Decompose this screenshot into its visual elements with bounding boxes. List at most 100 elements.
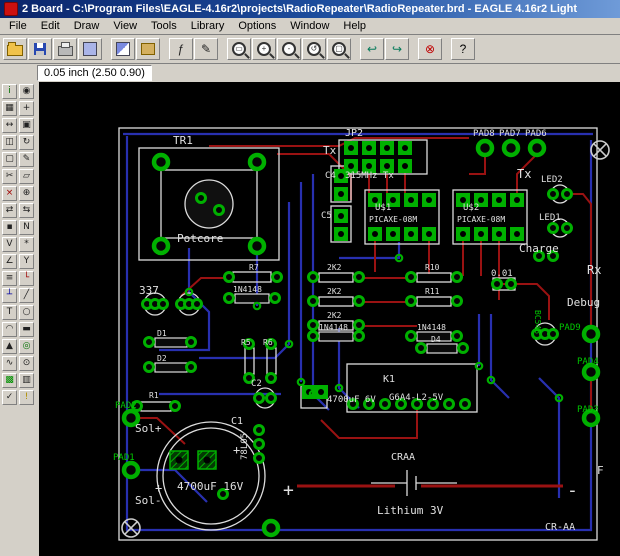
tool-arc-button[interactable]: ◠ [2, 322, 17, 337]
zoom-fit-icon: ▭ [232, 42, 246, 56]
menu-help[interactable]: Help [336, 19, 373, 33]
command-input[interactable] [157, 65, 620, 81]
tool-change-button[interactable]: ✎ [19, 152, 34, 167]
tool-copy-button[interactable]: ▣ [19, 118, 34, 133]
tool-delete-button[interactable]: × [2, 186, 17, 201]
pcb-drawing: TR1 Potcore JP2 Tx C4 315MHz Tx C5 U$1 P… [113, 127, 610, 541]
board-schematic-toggle-button[interactable] [111, 38, 135, 60]
tool-ratsnest-button[interactable]: ▩ [2, 373, 17, 388]
label-craa: CRAA [391, 452, 415, 463]
tool-replace-button[interactable]: ⇆ [19, 203, 34, 218]
tool-circle-button[interactable]: ○ [19, 305, 34, 320]
redo-button[interactable]: ↪ [385, 38, 409, 60]
label-charge: Charge [519, 242, 559, 255]
stop-button[interactable]: ⊗ [418, 38, 442, 60]
run-script-button[interactable]: ƒ [169, 38, 193, 60]
tool-show-button[interactable]: ◉ [19, 84, 34, 99]
zoom-in-button[interactable]: + [252, 38, 276, 60]
label-c5: C5 [321, 211, 332, 221]
tool-signal-button[interactable]: ∿ [2, 356, 17, 371]
toolbar-separator [219, 39, 226, 59]
tool-group-button[interactable]: ▢ [2, 152, 17, 167]
tool-errors-button[interactable]: ! [19, 390, 34, 405]
undo-button[interactable]: ↩ [360, 38, 384, 60]
label-sol-minus: Sol- [135, 494, 162, 507]
tool-move-button[interactable]: ↔ [2, 118, 17, 133]
print-button[interactable] [53, 38, 77, 60]
label-d4: D4 [431, 335, 441, 344]
tool-ripup-button[interactable]: ┴ [2, 288, 17, 303]
tool-display-button[interactable]: ▦ [2, 101, 17, 116]
label-c4-value: 315MHz Tx [345, 171, 394, 181]
zoom-redraw-icon: ↺ [307, 42, 321, 56]
board-canvas[interactable]: TR1 Potcore JP2 Tx C4 315MHz Tx C5 U$1 P… [39, 82, 620, 556]
zoom-select-button[interactable]: ▢ [327, 38, 351, 60]
menu-edit[interactable]: Edit [34, 19, 67, 33]
tool-value-button[interactable]: V [2, 237, 17, 252]
tool-drc-button[interactable]: ✓ [2, 390, 17, 405]
label-cap-plus-b: + [233, 443, 240, 457]
label-u2: U$2 [463, 203, 479, 213]
label-pad1: PAD1 [113, 453, 135, 463]
help-icon: ? [459, 42, 467, 56]
zoom-select-icon: ▢ [332, 42, 346, 56]
menu-draw[interactable]: Draw [67, 19, 107, 33]
label-001: 0.01 [491, 269, 513, 279]
zoom-fit-button[interactable]: ▭ [227, 38, 251, 60]
menu-file[interactable]: File [2, 19, 34, 33]
menu-options[interactable]: Options [231, 19, 283, 33]
label-pad3: PAD3 [577, 405, 599, 415]
library-use-button[interactable] [136, 38, 160, 60]
tool-cut-button[interactable]: ✂ [2, 169, 17, 184]
label-f: F [597, 464, 604, 477]
label-pad9: PAD9 [559, 323, 581, 333]
edit-text-button[interactable]: ✎ [194, 38, 218, 60]
label-potcore: Potcore [177, 232, 223, 245]
tool-rect-button[interactable]: ▬ [19, 322, 34, 337]
menu-window[interactable]: Window [283, 19, 336, 33]
menu-tools[interactable]: Tools [144, 19, 184, 33]
tool-polygon-button[interactable]: ▲ [2, 339, 17, 354]
coordinate-display: 0.05 inch (2.50 0.90) [37, 65, 152, 81]
tool-add-button[interactable]: ⊕ [19, 186, 34, 201]
save-button[interactable] [28, 38, 52, 60]
help-button[interactable]: ? [451, 38, 475, 60]
tool-miter-button[interactable]: ∠ [2, 254, 17, 269]
cam-processor-button[interactable] [78, 38, 102, 60]
label-u1-value: PICAXE-08M [369, 215, 417, 224]
label-debug: Debug [567, 296, 600, 309]
tool-wire-button[interactable]: ╱ [19, 288, 34, 303]
label-r11: R11 [425, 287, 440, 296]
menu-library[interactable]: Library [184, 19, 232, 33]
tool-palette: i ◉ ▦ + ↔ ▣ ◫ ↻ ▢ ✎ ✂ ▱ × ⊕ ⇄ ⇆ ▪ N V * ∠ Y ≡ └ ┴ ╱ T ○ ◠ ▬ ▲ ◎ ∿ ⊙ ▩ ▥ ✓! [0, 82, 39, 556]
tool-paste-button[interactable]: ▱ [19, 169, 34, 184]
tool-auto-button[interactable]: ▥ [19, 373, 34, 388]
toolbar-separator [410, 39, 417, 59]
tool-mark-button[interactable]: + [19, 101, 34, 116]
tool-lock-button[interactable]: ▪ [2, 220, 17, 235]
tool-smash-button[interactable]: * [19, 237, 34, 252]
tool-name-button[interactable]: N [19, 220, 34, 235]
tool-via-button[interactable]: ◎ [19, 339, 34, 354]
edit-text-icon: ✎ [200, 42, 212, 56]
tool-optimize-button[interactable]: ≡ [2, 271, 17, 286]
label-q-right: BC548 [533, 310, 542, 334]
tool-rotate-button[interactable]: ↻ [19, 135, 34, 150]
label-pad7: PAD7 [499, 129, 521, 139]
label-led1: LED1 [539, 213, 561, 223]
label-led2: LED2 [541, 175, 563, 185]
redo-icon: ↪ [391, 42, 403, 56]
toolbar-separator [161, 39, 168, 59]
tool-text-button[interactable]: T [2, 305, 17, 320]
zoom-redraw-button[interactable]: ↺ [302, 38, 326, 60]
tool-info-button[interactable]: i [2, 84, 17, 99]
menu-view[interactable]: View [106, 19, 144, 33]
tool-pinswap-button[interactable]: ⇄ [2, 203, 17, 218]
zoom-out-button[interactable]: - [277, 38, 301, 60]
tool-mirror-button[interactable]: ◫ [2, 135, 17, 150]
tool-hole-button[interactable]: ⊙ [19, 356, 34, 371]
tool-split-button[interactable]: Y [19, 254, 34, 269]
tool-route-button[interactable]: └ [19, 271, 34, 286]
label-rv1: 2K2 [327, 263, 342, 272]
open-button[interactable] [3, 38, 27, 60]
